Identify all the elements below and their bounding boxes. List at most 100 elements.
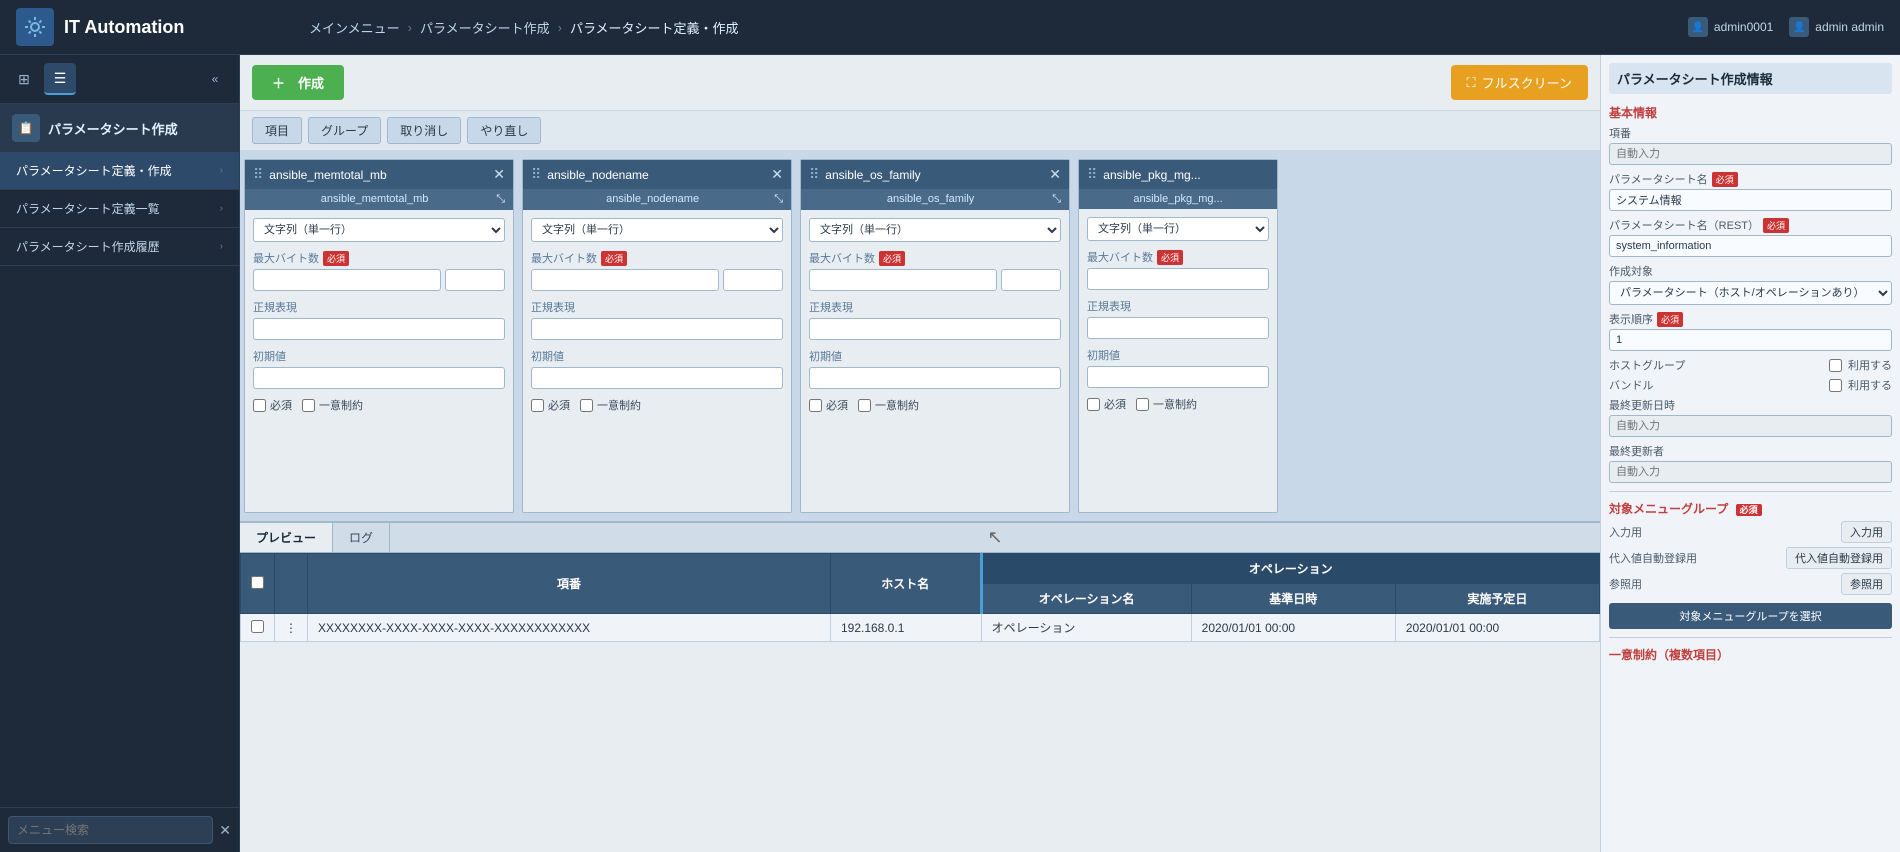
rp-auto-reg-group-value: 代入値自動登録用 xyxy=(1786,547,1892,569)
card-4-regex-field: 正規表現 xyxy=(1087,298,1269,339)
rp-bundle-check[interactable]: 利用する xyxy=(1829,377,1892,393)
drag-handle-icon-1[interactable]: ⠿ xyxy=(253,166,263,183)
rp-sheet-name-input[interactable] xyxy=(1609,189,1892,211)
card-2-max-bytes-input[interactable] xyxy=(531,269,719,291)
grid-view-button[interactable]: ⊞ xyxy=(8,63,40,95)
card-2-close[interactable]: ✕ xyxy=(771,166,783,183)
row-menu-icon[interactable]: ⋮ xyxy=(285,621,297,635)
admin-user-name: 👤 admin admin xyxy=(1789,17,1884,37)
drag-handle-icon-4[interactable]: ⠿ xyxy=(1087,166,1097,183)
card-4-unique-checkbox[interactable] xyxy=(1136,398,1149,411)
required-badge-2: 必須 xyxy=(601,251,627,266)
card-4-required-check[interactable]: 必須 xyxy=(1087,396,1126,412)
card-3-max-bytes-input[interactable] xyxy=(809,269,997,291)
card-4-max-bytes-input[interactable] xyxy=(1087,268,1269,290)
th-item-no: 項番 xyxy=(308,554,831,614)
row-operation-name: オペレーション xyxy=(981,614,1191,642)
rp-item-no-label: 項番 xyxy=(1609,125,1892,141)
card-3-required-checkbox[interactable] xyxy=(809,399,822,412)
th-operations-group: オペレーション xyxy=(981,554,1599,584)
card-1-close[interactable]: ✕ xyxy=(493,166,505,183)
rp-bundle-checkbox[interactable] xyxy=(1829,379,1842,392)
card-1-required-checkbox[interactable] xyxy=(253,399,266,412)
redo-button[interactable]: やり直し xyxy=(467,117,541,144)
chevron-icon-0: › xyxy=(220,165,223,176)
list-view-button[interactable]: ☰ xyxy=(44,63,76,95)
card-2-regex-field: 正規表現 xyxy=(531,299,783,340)
card-2-header: ⠿ ansible_nodename ✕ xyxy=(523,160,791,189)
card-3-close[interactable]: ✕ xyxy=(1049,166,1061,183)
required-badge-1: 必須 xyxy=(323,251,349,266)
action-toolbar: 項目 グループ 取り消し やり直し xyxy=(240,111,1600,151)
th-operation-name: オペレーション名 xyxy=(981,584,1191,614)
card-1-unique-check[interactable]: 一意制約 xyxy=(302,397,363,413)
th-host-name: ホスト名 xyxy=(830,554,981,614)
card-2-regex-input[interactable] xyxy=(531,318,783,340)
rp-sheet-name-rest-input[interactable] xyxy=(1609,235,1892,257)
menu-group-required-badge: 必須 xyxy=(1736,504,1762,516)
app-title: IT Automation xyxy=(64,17,184,38)
drag-handle-icon-2[interactable]: ⠿ xyxy=(531,166,541,183)
card-4-unique-check[interactable]: 一意制約 xyxy=(1136,396,1197,412)
preview-table-container[interactable]: 項番 ホスト名 オペレーション オペレーション名 基準日時 実施予定日 xyxy=(240,553,1600,696)
row-checkbox[interactable] xyxy=(251,620,264,633)
card-2: ⠿ ansible_nodename ✕ ansible_nodename ⤡ … xyxy=(522,159,792,513)
card-1-initial-input[interactable] xyxy=(253,367,505,389)
top-header: IT Automation メインメニュー › パラメータシート作成 › パラメ… xyxy=(0,0,1900,55)
tab-preview[interactable]: プレビュー xyxy=(240,523,333,552)
card-2-initial-input[interactable] xyxy=(531,367,783,389)
card-3-unique-checkbox[interactable] xyxy=(858,399,871,412)
sidebar-item-history[interactable]: パラメータシート作成履歴 › xyxy=(0,228,239,266)
drag-handle-icon-3[interactable]: ⠿ xyxy=(809,166,819,183)
card-2-required-checkbox[interactable] xyxy=(531,399,544,412)
card-2-type-select[interactable]: 文字列（単一行） xyxy=(531,218,783,242)
tab-log[interactable]: ログ xyxy=(333,523,390,552)
search-input[interactable] xyxy=(8,816,213,844)
row-checkbox-cell xyxy=(241,614,275,642)
header-right: 👤 admin0001 👤 admin admin xyxy=(1688,17,1884,37)
item-button[interactable]: 項目 xyxy=(252,117,302,144)
card-4-regex-input[interactable] xyxy=(1087,317,1269,339)
breadcrumb-main[interactable]: メインメニュー xyxy=(309,18,400,37)
rp-create-target-select[interactable]: パラメータシート（ホスト/オペレーションあり） xyxy=(1609,281,1892,305)
card-4-title: ansible_pkg_mg... xyxy=(1103,168,1200,182)
breadcrumb-current: パラメータシート定義・作成 xyxy=(570,18,739,37)
card-1-regex-input[interactable] xyxy=(253,318,505,340)
card-3-type-select[interactable]: 文字列（単一行） xyxy=(809,218,1061,242)
card-3-regex-input[interactable] xyxy=(809,318,1061,340)
rp-basic-info-title: 基本情報 xyxy=(1609,104,1892,121)
required-badge-4: 必須 xyxy=(1157,250,1183,265)
sidebar-item-define-list[interactable]: パラメータシート定義一覧 › xyxy=(0,190,239,228)
card-3-required-check[interactable]: 必須 xyxy=(809,397,848,413)
group-button[interactable]: グループ xyxy=(308,117,381,144)
rp-host-group-checkbox[interactable] xyxy=(1829,359,1842,372)
collapse-sidebar-button[interactable]: « xyxy=(199,63,231,95)
card-2-unique-checkbox[interactable] xyxy=(580,399,593,412)
sidebar-item-define-create[interactable]: パラメータシート定義・作成 › xyxy=(0,152,239,190)
card-4-initial-input[interactable] xyxy=(1087,366,1269,388)
select-all-checkbox[interactable] xyxy=(251,576,264,589)
rp-last-update-user-field: 最終更新者 xyxy=(1609,443,1892,483)
card-1-max-bytes-input[interactable] xyxy=(253,269,441,291)
card-2-required-check[interactable]: 必須 xyxy=(531,397,570,413)
card-1-unique-checkbox[interactable] xyxy=(302,399,315,412)
card-1-type-select[interactable]: 文字列（単一行） xyxy=(253,218,505,242)
breadcrumb-sheet[interactable]: パラメータシート作成 xyxy=(420,18,550,37)
search-clear-icon[interactable]: ✕ xyxy=(219,822,231,839)
card-2-unique-check[interactable]: 一意制約 xyxy=(580,397,641,413)
card-4-required-checkbox[interactable] xyxy=(1087,398,1100,411)
card-1-required-check[interactable]: 必須 xyxy=(253,397,292,413)
create-button[interactable]: ＋ 作成 xyxy=(252,65,344,100)
rp-host-group-check[interactable]: 利用する xyxy=(1829,357,1892,373)
card-2-max-bytes-val: 64 xyxy=(723,269,783,291)
rp-display-order-input[interactable] xyxy=(1609,329,1892,351)
card-4-type-select[interactable]: 文字列（単一行） xyxy=(1087,217,1269,241)
fullscreen-button[interactable]: ⛶ フルスクリーン xyxy=(1451,65,1588,100)
undo-button[interactable]: 取り消し xyxy=(387,117,461,144)
row-menu-cell: ⋮ xyxy=(275,614,308,642)
card-3-unique-check[interactable]: 一意制約 xyxy=(858,397,919,413)
rp-display-order-field: 表示順序 必須 xyxy=(1609,311,1892,351)
card-3-initial-input[interactable] xyxy=(809,367,1061,389)
select-menu-group-button[interactable]: 対象メニューグループを選択 xyxy=(1609,603,1892,629)
th-base-date: 基準日時 xyxy=(1191,584,1395,614)
